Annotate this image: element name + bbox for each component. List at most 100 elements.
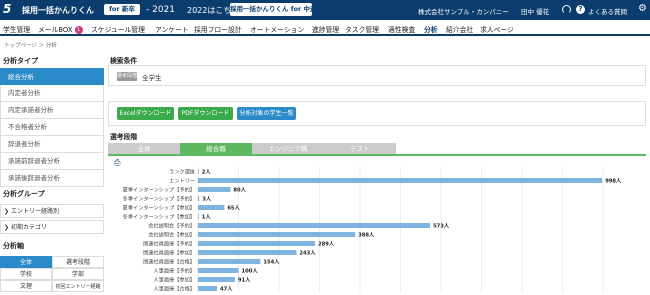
value-label: 1人 (202, 214, 212, 221)
analysis-type-heading: 分析タイプ (3, 57, 38, 65)
chart-bar[interactable] (198, 187, 231, 192)
axis-cell-first-entry[interactable]: 初回エントリー経路 (52, 280, 104, 292)
app-logo-text[interactable]: 採用一括かんりくん (22, 5, 94, 16)
category-label: 関連社員面接【予約】 (143, 240, 195, 248)
menu-item-tasks[interactable]: タスク管理 (345, 24, 379, 34)
value-label: 3人 (202, 196, 212, 203)
chart-bar[interactable] (198, 268, 239, 273)
sidebar-item-declined-after[interactable]: 承諾後辞退者分析 (0, 170, 104, 187)
chart-bar[interactable] (198, 178, 603, 183)
logo-badge: for 新卒 (104, 4, 140, 15)
power-icon[interactable] (562, 5, 571, 14)
pdf-download-button[interactable]: PDFダウンロード (178, 107, 233, 120)
faq-link[interactable]: よくある質問 (588, 6, 627, 16)
menu-item-survey[interactable]: アンケート (155, 24, 189, 34)
value-label: 243人 (299, 250, 316, 257)
menu-item-label: メールBOX (38, 26, 73, 34)
breadcrumb[interactable]: トップページ ＞ 分析 (4, 41, 57, 49)
axis-cell-school[interactable]: 学校 (0, 268, 52, 280)
excel-download-button[interactable]: Excelダウンロード (117, 107, 174, 120)
question-icon[interactable]: ? (576, 5, 585, 14)
value-label: 289人 (318, 241, 335, 248)
analysis-group-heading: 分析グループ (3, 190, 45, 198)
value-label: 573人 (433, 223, 450, 230)
group-item-initial-category[interactable]: ❯ 初期カテゴリ (0, 220, 104, 234)
value-label: 65人 (227, 205, 240, 212)
category-label: 人事面接【合格】 (153, 285, 195, 293)
value-label: 2人 (202, 169, 212, 176)
chart-bar[interactable] (198, 232, 356, 237)
category-label: 夏季インターンシップ【参加】 (123, 204, 195, 212)
top-header: 5 採用一括かんりくん for 新卒 - 2021 2022はこちら 採用一括か… (0, 0, 650, 20)
category-label: 関連社員面接【合格】 (143, 258, 195, 266)
search-conditions-box: 選考段階 全学生 (108, 65, 646, 86)
user-name[interactable]: 田中 優花 (521, 6, 549, 16)
category-label: 冬季インターンシップ【予約】 (123, 195, 195, 203)
sidebar-item-overall[interactable]: 総合分析 (0, 68, 104, 85)
company-name: 株式会社サンプル・カンパニー (418, 8, 509, 16)
category-label: 冬季インターンシップ【参加】 (123, 213, 195, 221)
axis-cell-stage[interactable]: 選考段階 (52, 256, 104, 268)
menu-item-agencies[interactable]: 紹介会社 (446, 24, 473, 34)
search-conditions-title: 検索条件 (110, 57, 138, 65)
main-content: 検索条件 選考段階 全学生 Excelダウンロード PDFダウンロード 分析対象… (108, 52, 650, 295)
chevron-right-icon: ❯ (4, 224, 10, 231)
group-item-label: エントリー経路別 (10, 208, 59, 215)
sidebar-item-rejected[interactable]: 不合格者分析 (0, 119, 104, 136)
category-label: 会社説明会【参加】 (148, 231, 195, 239)
student-list-button[interactable]: 分析対象の学生一覧 (237, 107, 296, 120)
main-menu: 学生管理 メールBOX 1 スケジュール管理 アンケート 採用フロー設計 オートメ… (0, 20, 650, 36)
axis-cell-humanities-science[interactable]: 文理 (0, 280, 52, 292)
sidebar-item-accepted[interactable]: 内定承諾者分析 (0, 102, 104, 119)
category-label: 人事面接【参加】 (153, 276, 195, 284)
sidebar-item-declined-before[interactable]: 承諾前辞退者分析 (0, 153, 104, 170)
menu-item-flow[interactable]: 採用フロー設計 (194, 24, 242, 34)
menu-item-schedule[interactable]: スケジュール管理 (91, 24, 145, 34)
menu-item-automation[interactable]: オートメーション (250, 24, 304, 34)
category-label: 人事面接【予約】 (153, 267, 195, 275)
tab-underline (108, 154, 646, 156)
stage-title: 選考段階 (110, 133, 138, 141)
menu-item-students[interactable]: 学生管理 (3, 24, 30, 34)
axis-cell-all[interactable]: 全体 (0, 256, 52, 268)
menu-item-aptitude[interactable]: 適性検査 (388, 24, 415, 34)
chart-bar[interactable] (198, 205, 225, 210)
chart-bar[interactable] (198, 277, 235, 282)
chart-bar[interactable] (198, 259, 261, 264)
value-label: 80人 (233, 187, 246, 194)
menu-item-mailbox[interactable]: メールBOX 1 (38, 24, 83, 34)
value-label: 154人 (263, 259, 280, 266)
menu-item-progress[interactable]: 進捗管理 (312, 24, 339, 34)
chevron-right-icon: ❯ (4, 208, 10, 215)
unread-badge: 1 (74, 26, 83, 34)
condition-label: 選考段階 (117, 72, 138, 81)
menu-item-analysis[interactable]: 分析 (424, 24, 438, 34)
chart-bar[interactable] (198, 250, 297, 255)
action-buttons: Excelダウンロード PDFダウンロード 分析対象の学生一覧 (108, 101, 646, 126)
value-label: 91人 (238, 277, 251, 284)
value-label: 998人 (605, 178, 622, 185)
value-label: 47人 (220, 286, 233, 293)
group-item-entry-route[interactable]: ❯ エントリー経路別 (0, 204, 104, 218)
category-label: ランク選抜 (169, 168, 196, 176)
logo-icon: 5 (3, 2, 12, 16)
gear-icon[interactable]: ⚙ (638, 4, 647, 14)
stage-bar-chart: ランク選抜 2人エントリー 998人夏季インターンシップ【予約】 80人冬季インターン… (123, 167, 622, 293)
chart-bar[interactable] (198, 241, 316, 246)
chart-bar[interactable] (198, 286, 218, 291)
chart-bar[interactable] (198, 214, 199, 219)
category-label: エントリー (169, 178, 195, 185)
axis-cell-faculty[interactable]: 学部 (52, 268, 104, 280)
sidebar-item-offered[interactable]: 内定者分析 (0, 85, 104, 102)
promo-banner[interactable]: 採用一括かんりくん for 中途 (230, 3, 317, 16)
year-label: - 2021 (146, 5, 176, 15)
sidebar: 分析タイプ 総合分析 内定者分析 内定承諾者分析 不合格者分析 辞退者分析 承諾… (0, 52, 104, 295)
chart-bar[interactable] (198, 223, 431, 228)
analysis-axis-heading: 分析軸 (3, 242, 24, 250)
category-label: 関連社員面接【参加】 (143, 249, 195, 257)
menu-item-jobpage[interactable]: 求人ページ (480, 24, 514, 34)
chart-bar[interactable] (198, 196, 200, 201)
sidebar-item-declined[interactable]: 辞退者分析 (0, 136, 104, 153)
chart-bar[interactable] (198, 169, 199, 174)
category-label: 会社説明会【予約】 (148, 222, 195, 230)
